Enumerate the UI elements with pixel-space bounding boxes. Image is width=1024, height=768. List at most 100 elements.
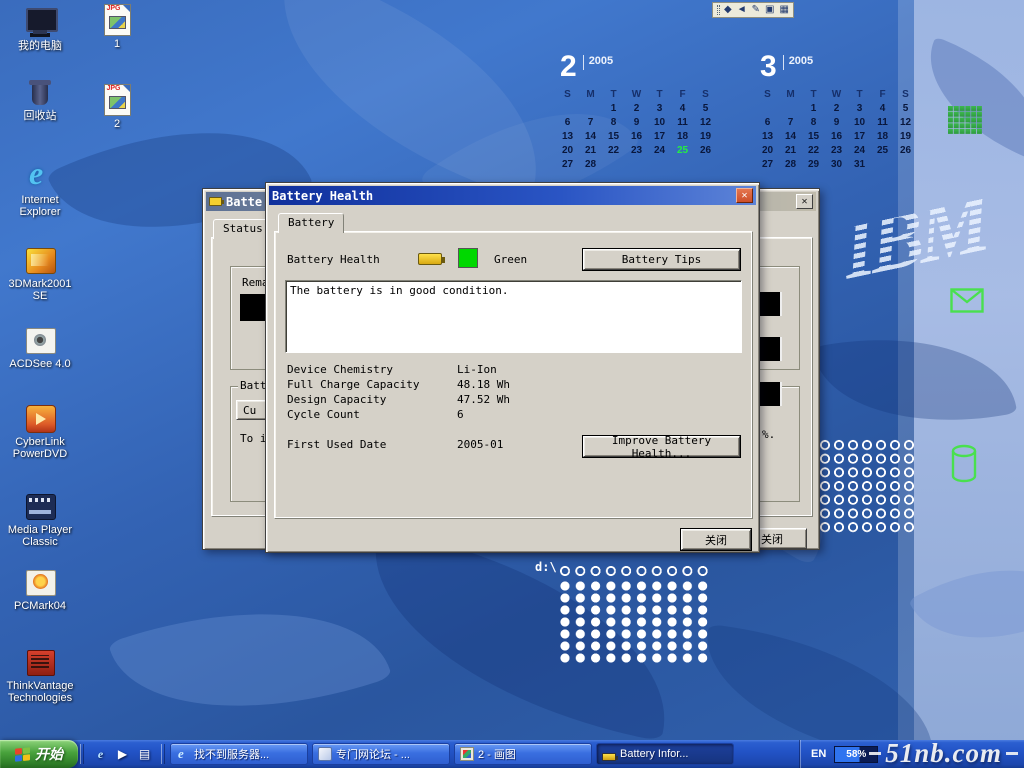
- paint-icon: [460, 747, 474, 761]
- calendar-month-number: 2: [560, 50, 577, 86]
- task-button-strip: 找不到服务器... 专门网论坛 - ... 2 - 画图 Battery Inf…: [167, 740, 800, 768]
- input-switch-icon[interactable]: ◆: [724, 3, 732, 17]
- stat-value: 48.18 Wh: [457, 378, 510, 391]
- battery-stat-row: Device Chemistry Li-Ion: [275, 363, 754, 378]
- start-label: 开始: [35, 744, 63, 764]
- first-used-value: 2005-01: [457, 438, 503, 451]
- calendar-year: 2005: [583, 55, 613, 70]
- desktop-icon-recycle[interactable]: 回收站: [6, 76, 74, 122]
- first-used-label: First Used Date: [287, 438, 386, 451]
- tab-battery[interactable]: Battery: [278, 213, 344, 233]
- battery-stat-row: Full Charge Capacity 48.18 Wh: [275, 378, 754, 393]
- windows-flag-icon: [15, 747, 30, 762]
- dialog-titlebar[interactable]: Battery Health ✕: [269, 186, 756, 205]
- desktop-icon-label: ThinkVantage Technologies: [6, 680, 74, 704]
- percent-label: %.: [762, 428, 775, 441]
- desktop-icon-label: 我的电脑: [6, 40, 74, 52]
- taskbar-button-battery[interactable]: Battery Infor...: [596, 743, 734, 765]
- desktop-icon-mpc[interactable]: Media Player Classic: [6, 490, 74, 548]
- desktop-icon-label: 回收站: [6, 110, 74, 122]
- quicklaunch-media-player-icon[interactable]: ▶: [114, 746, 131, 763]
- desktop-icon-powerdvd[interactable]: CyberLink PowerDVD: [6, 402, 74, 460]
- screen: 2 2005 SMTWTFS12345678910111213141516171…: [0, 0, 1024, 768]
- jpg-file-icon: JPG: [104, 84, 131, 116]
- keyboard-icon[interactable]: ▦: [779, 3, 788, 17]
- drive-label: d:\: [535, 560, 557, 574]
- taskbar-button-ie[interactable]: 找不到服务器...: [170, 743, 308, 765]
- stat-label: Design Capacity: [287, 393, 386, 406]
- wallpaper-calendar: 3 2005 SMTWTFS12345678910111213141516171…: [756, 50, 921, 172]
- acdsee-icon: [23, 324, 57, 356]
- pen-icon[interactable]: ✎: [752, 3, 760, 17]
- start-button[interactable]: 开始: [0, 740, 78, 768]
- stat-label: Device Chemistry: [287, 363, 393, 376]
- battery-app-icon: [209, 197, 222, 206]
- desktop-file-jpg[interactable]: JPG 2: [94, 84, 140, 130]
- battery-health-dialog[interactable]: Battery Health ✕ Battery Battery Health …: [265, 182, 760, 553]
- desktop-icon-label: Internet Explorer: [6, 194, 74, 218]
- taskbar-grip[interactable]: [161, 744, 165, 764]
- stat-label: Full Charge Capacity: [287, 378, 419, 391]
- desktop-file-jpg[interactable]: JPG 1: [94, 4, 140, 50]
- dialog-title: Battery Health: [272, 189, 732, 203]
- to-label: To i: [240, 432, 267, 445]
- battery-tab-page: Battery Health Green Battery Tips The ba…: [274, 231, 753, 519]
- battery-gauge: [240, 294, 267, 321]
- desktop-icon-ie[interactable]: Internet Explorer: [6, 160, 74, 218]
- quicklaunch-ie-icon[interactable]: e: [92, 746, 109, 763]
- improve-battery-health-button[interactable]: Improve Battery Health...: [583, 436, 740, 457]
- wallpaper-calendar: 2 2005 SMTWTFS12345678910111213141516171…: [556, 50, 721, 172]
- calendar-grid: SMTWTFS123456789101112131415161718192021…: [756, 88, 921, 172]
- condition-textbox[interactable]: The battery is in good condition.: [285, 280, 742, 353]
- calendar-year: 2005: [783, 55, 813, 70]
- desktop-icon-computer[interactable]: 我的电脑: [6, 6, 74, 52]
- calendar-grid: SMTWTFS123456789101112131415161718192021…: [556, 88, 721, 172]
- desktop-icon-column: 我的电脑 回收站 Internet Explorer 3DMark2001 SE…: [6, 0, 74, 740]
- powerdvd-icon: [23, 402, 57, 434]
- recycle-icon: [23, 76, 57, 108]
- thinkvantage-icon: [23, 646, 57, 678]
- envelope-icon: [950, 288, 984, 318]
- battery-icon: [418, 253, 442, 265]
- ie-icon: [23, 160, 57, 192]
- desktop-icon-label: CyberLink PowerDVD: [6, 436, 74, 460]
- taskbar-button-paint[interactable]: 2 - 画图: [454, 743, 592, 765]
- quick-launch: e ▶ ▤: [86, 740, 159, 768]
- taskbar-button-forum[interactable]: 专门网论坛 - ...: [312, 743, 450, 765]
- battery-status-swatch: [458, 248, 478, 268]
- stat-value: 6: [457, 408, 464, 421]
- condition-text: The battery is in good condition.: [290, 284, 509, 297]
- desktop-icon-3dmark[interactable]: 3DMark2001 SE: [6, 244, 74, 302]
- stat-label: Cycle Count: [287, 408, 360, 421]
- computer-icon: [23, 6, 57, 38]
- battery-icon: [602, 753, 616, 761]
- 3dmark-icon: [23, 244, 57, 276]
- desktop-icon-pcmark[interactable]: PCMark04: [6, 566, 74, 612]
- desktop-file-label: 1: [94, 38, 140, 50]
- close-icon[interactable]: ✕: [736, 188, 753, 203]
- pcmark-icon: [23, 566, 57, 598]
- close-icon[interactable]: ✕: [796, 194, 813, 209]
- battery-stat-row: Cycle Count 6: [275, 408, 754, 423]
- mpc-icon: [23, 490, 57, 522]
- toolbar-grip-icon[interactable]: [717, 5, 720, 15]
- tab-status[interactable]: Status: [213, 219, 273, 239]
- desktop-icon-label: 3DMark2001 SE: [6, 278, 74, 302]
- close-button[interactable]: 关闭: [681, 529, 751, 550]
- quicklaunch-show-desktop-icon[interactable]: ▤: [136, 746, 153, 763]
- volume-icon[interactable]: ◄: [737, 3, 747, 17]
- task-label: 2 - 画图: [478, 746, 516, 762]
- desktop-icon-label: PCMark04: [6, 600, 74, 612]
- jpg-file-icon: JPG: [104, 4, 131, 36]
- language-indicator[interactable]: EN: [811, 748, 826, 760]
- display-icon[interactable]: ▣: [765, 3, 774, 17]
- taskbar-grip[interactable]: [80, 744, 84, 764]
- calendar-month-number: 3: [760, 50, 777, 86]
- desktop-icon-label: Media Player Classic: [6, 524, 74, 548]
- desktop-icon-acdsee[interactable]: ACDSee 4.0: [6, 324, 74, 370]
- desktop-icon-thinkvantage[interactable]: ThinkVantage Technologies: [6, 646, 74, 704]
- floating-toolbar[interactable]: ◆ ◄ ✎ ▣ ▦: [712, 2, 794, 18]
- battery-tips-button[interactable]: Battery Tips: [583, 249, 740, 270]
- dot-pattern-rings: [818, 438, 917, 534]
- ie-icon: [176, 747, 190, 761]
